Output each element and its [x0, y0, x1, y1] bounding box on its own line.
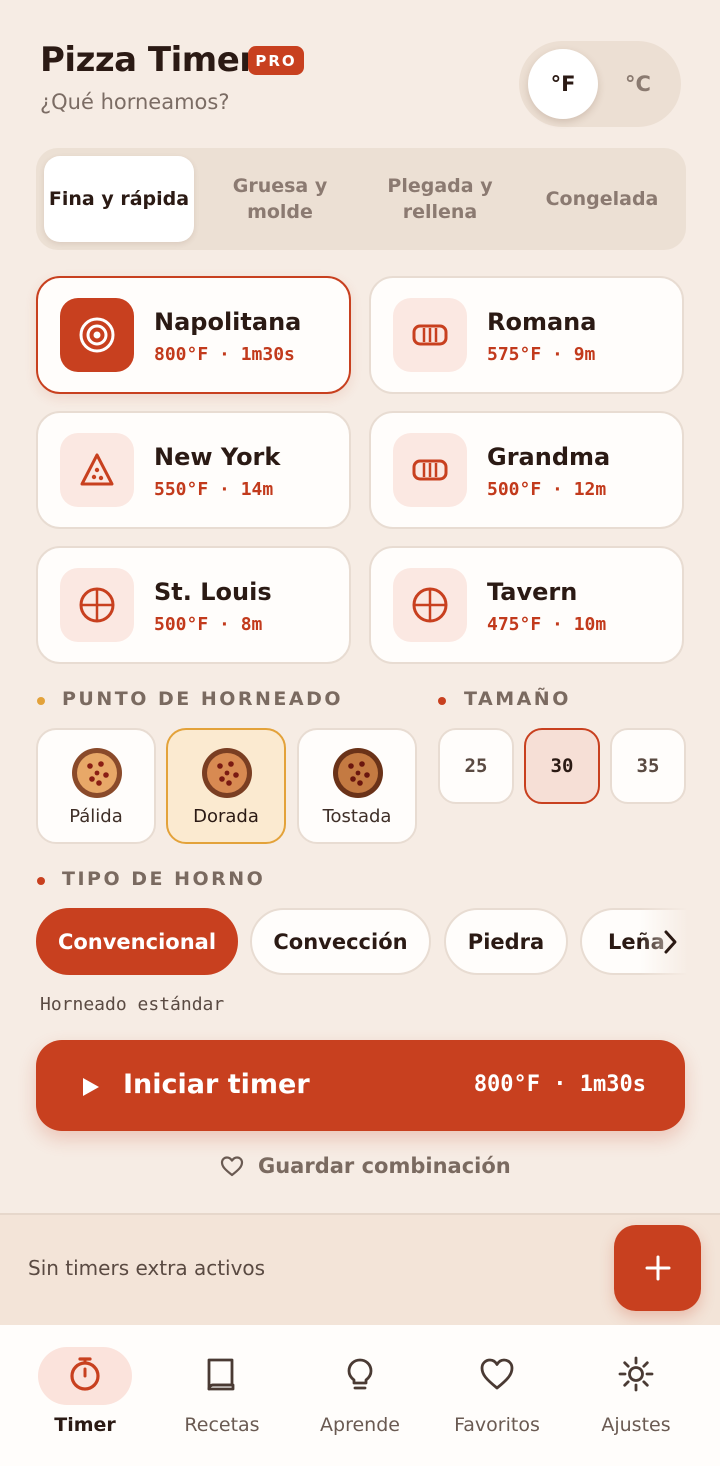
- pizza-name: Romana: [487, 308, 597, 336]
- cut-circle-icon: [60, 568, 134, 642]
- size-section-label: TAMAÑO: [464, 688, 571, 710]
- cut-circle-icon: [393, 568, 467, 642]
- pizza-slice-icon: [60, 433, 134, 507]
- pizza-golden-icon: [202, 748, 252, 798]
- oven-chip-piedra[interactable]: Piedra: [444, 908, 568, 975]
- category-tabs: Fina y rápida Gruesa y molde Plegada y r…: [36, 148, 686, 250]
- doneness-section-label: PUNTO DE HORNEADO: [62, 688, 344, 710]
- pizza-card-new-york[interactable]: New York 550°F · 14m: [36, 411, 351, 529]
- sun-icon: [576, 1354, 696, 1394]
- tab-fina-rapida[interactable]: Fina y rápida: [44, 156, 194, 242]
- pizza-card-romana[interactable]: Romana 575°F · 9m: [369, 276, 684, 394]
- heart-icon: [437, 1354, 557, 1394]
- pizza-name: Grandma: [487, 443, 611, 471]
- oven-chip-convencional[interactable]: Convencional: [36, 908, 238, 975]
- doneness-option-dorada[interactable]: Dorada: [166, 728, 286, 844]
- pizza-pale-icon: [72, 748, 122, 798]
- doneness-dot: [37, 697, 45, 705]
- oven-description: Horneado estándar: [40, 994, 225, 1015]
- pizza-card-grandma[interactable]: Grandma 500°F · 12m: [369, 411, 684, 529]
- pizza-meta: 550°F · 14m: [154, 479, 274, 500]
- start-timer-meta: 800°F · 1m30s: [473, 1072, 646, 1097]
- target-icon: [60, 298, 134, 372]
- pizza-meta: 475°F · 10m: [487, 614, 607, 635]
- pizza-meta: 500°F · 12m: [487, 479, 607, 500]
- pizza-card-tavern[interactable]: Tavern 475°F · 10m: [369, 546, 684, 664]
- tab-plegada-rellena[interactable]: Plegada y rellena: [366, 156, 514, 242]
- oven-section-label: TIPO DE HORNO: [62, 868, 266, 890]
- book-icon: [162, 1354, 282, 1394]
- pizza-toasted-icon: [333, 748, 383, 798]
- doneness-option-tostada[interactable]: Tostada: [297, 728, 417, 844]
- save-combination-button[interactable]: Guardar combinación: [220, 1152, 511, 1180]
- pizza-name: Napolitana: [154, 308, 302, 336]
- app-subtitle: ¿Qué horneamos?: [40, 90, 230, 114]
- size-option-30[interactable]: 30: [524, 728, 600, 804]
- tab-gruesa-molde[interactable]: Gruesa y molde: [206, 156, 354, 242]
- chevron-right-icon[interactable]: [660, 928, 680, 956]
- unit-toggle[interactable]: °F °C: [519, 41, 681, 127]
- size-dot: [438, 697, 446, 705]
- pro-badge: PRO: [248, 46, 304, 75]
- oven-chip-conveccion[interactable]: Convección: [250, 908, 431, 975]
- unit-fahrenheit-button[interactable]: °F: [528, 49, 598, 119]
- rectangle-slab-icon: [393, 433, 467, 507]
- pizza-card-napolitana[interactable]: Napolitana 800°F · 1m30s: [36, 276, 351, 394]
- pizza-meta: 575°F · 9m: [487, 344, 596, 365]
- rectangle-slab-icon: [393, 298, 467, 372]
- pizza-name: St. Louis: [154, 578, 272, 606]
- extra-timers-status: Sin timers extra activos: [28, 1256, 266, 1280]
- nav-item-timer[interactable]: Timer: [25, 1346, 145, 1436]
- heart-icon: [220, 1156, 244, 1177]
- nav-item-ajustes[interactable]: Ajustes: [576, 1346, 696, 1436]
- nav-item-favoritos[interactable]: Favoritos: [437, 1346, 557, 1436]
- oven-dot: [37, 877, 45, 885]
- app-title: Pizza Timer: [40, 40, 256, 80]
- pizza-name: Tavern: [487, 578, 578, 606]
- start-timer-label: Iniciar timer: [123, 1069, 310, 1100]
- play-icon: [83, 1078, 99, 1096]
- size-option-25[interactable]: 25: [438, 728, 514, 804]
- tab-congelada[interactable]: Congelada: [526, 156, 678, 242]
- oven-scroll-fade: [640, 905, 720, 979]
- size-option-35[interactable]: 35: [610, 728, 686, 804]
- doneness-option-palida[interactable]: Pálida: [36, 728, 156, 844]
- unit-celsius-button[interactable]: °C: [603, 49, 673, 119]
- pizza-meta: 500°F · 8m: [154, 614, 263, 635]
- pizza-card-st-louis[interactable]: St. Louis 500°F · 8m: [36, 546, 351, 664]
- pizza-meta: 800°F · 1m30s: [154, 344, 295, 365]
- nav-item-aprende[interactable]: Aprende: [300, 1346, 420, 1436]
- nav-item-recetas[interactable]: Recetas: [162, 1346, 282, 1436]
- pizza-name: New York: [154, 443, 281, 471]
- lightbulb-icon: [300, 1354, 420, 1394]
- stopwatch-icon: [25, 1354, 145, 1394]
- plus-icon: [645, 1255, 670, 1281]
- add-timer-button[interactable]: [614, 1225, 701, 1311]
